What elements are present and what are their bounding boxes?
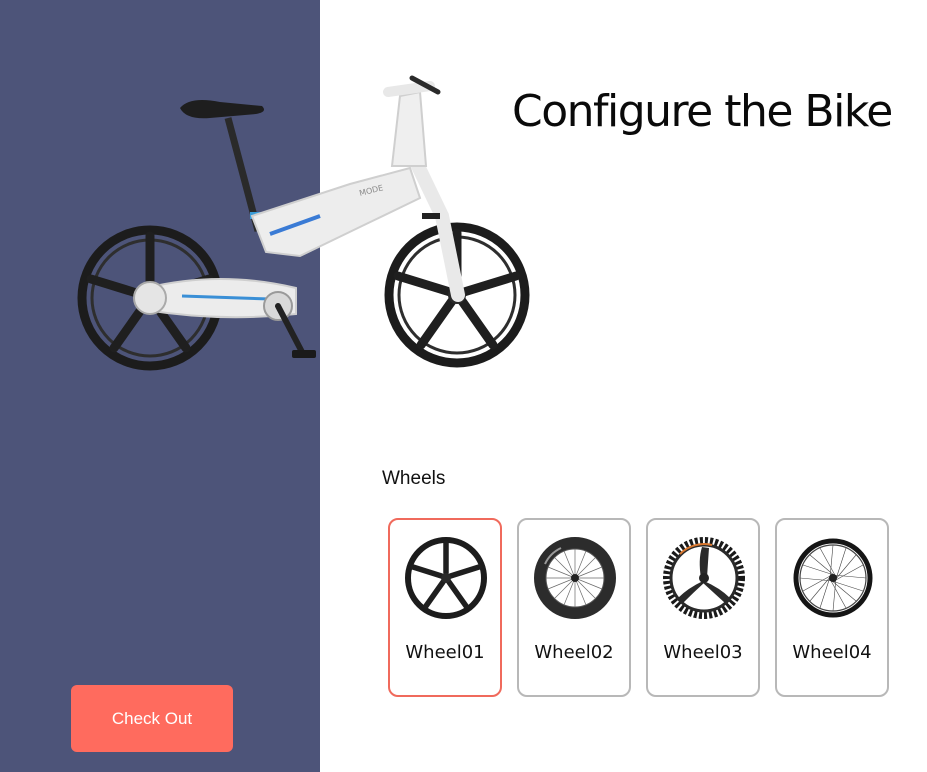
wheel-option-1[interactable]: Wheel01 xyxy=(388,518,502,697)
wheels-section-label: Wheels xyxy=(382,468,446,489)
bike-preview-image: MODE xyxy=(70,75,550,376)
wheel-option-label: Wheel02 xyxy=(534,642,614,663)
wheel-option-3[interactable]: Wheel03 xyxy=(646,518,760,697)
deep-rim-wheel-icon xyxy=(534,537,616,619)
wire-spoke-wheel-icon xyxy=(793,538,873,618)
checkout-button[interactable]: Check Out xyxy=(71,685,233,752)
wheel-option-2[interactable]: Wheel02 xyxy=(517,518,631,697)
wheel-option-4[interactable]: Wheel04 xyxy=(775,518,889,697)
wheel-option-label: Wheel04 xyxy=(792,642,872,663)
wheel-option-label: Wheel01 xyxy=(405,642,485,663)
wheel-option-label: Wheel03 xyxy=(663,642,743,663)
five-spoke-wheel-icon xyxy=(405,537,487,619)
tri-spoke-wheel-icon xyxy=(663,537,745,619)
page-title: Configure the Bike xyxy=(512,86,893,137)
